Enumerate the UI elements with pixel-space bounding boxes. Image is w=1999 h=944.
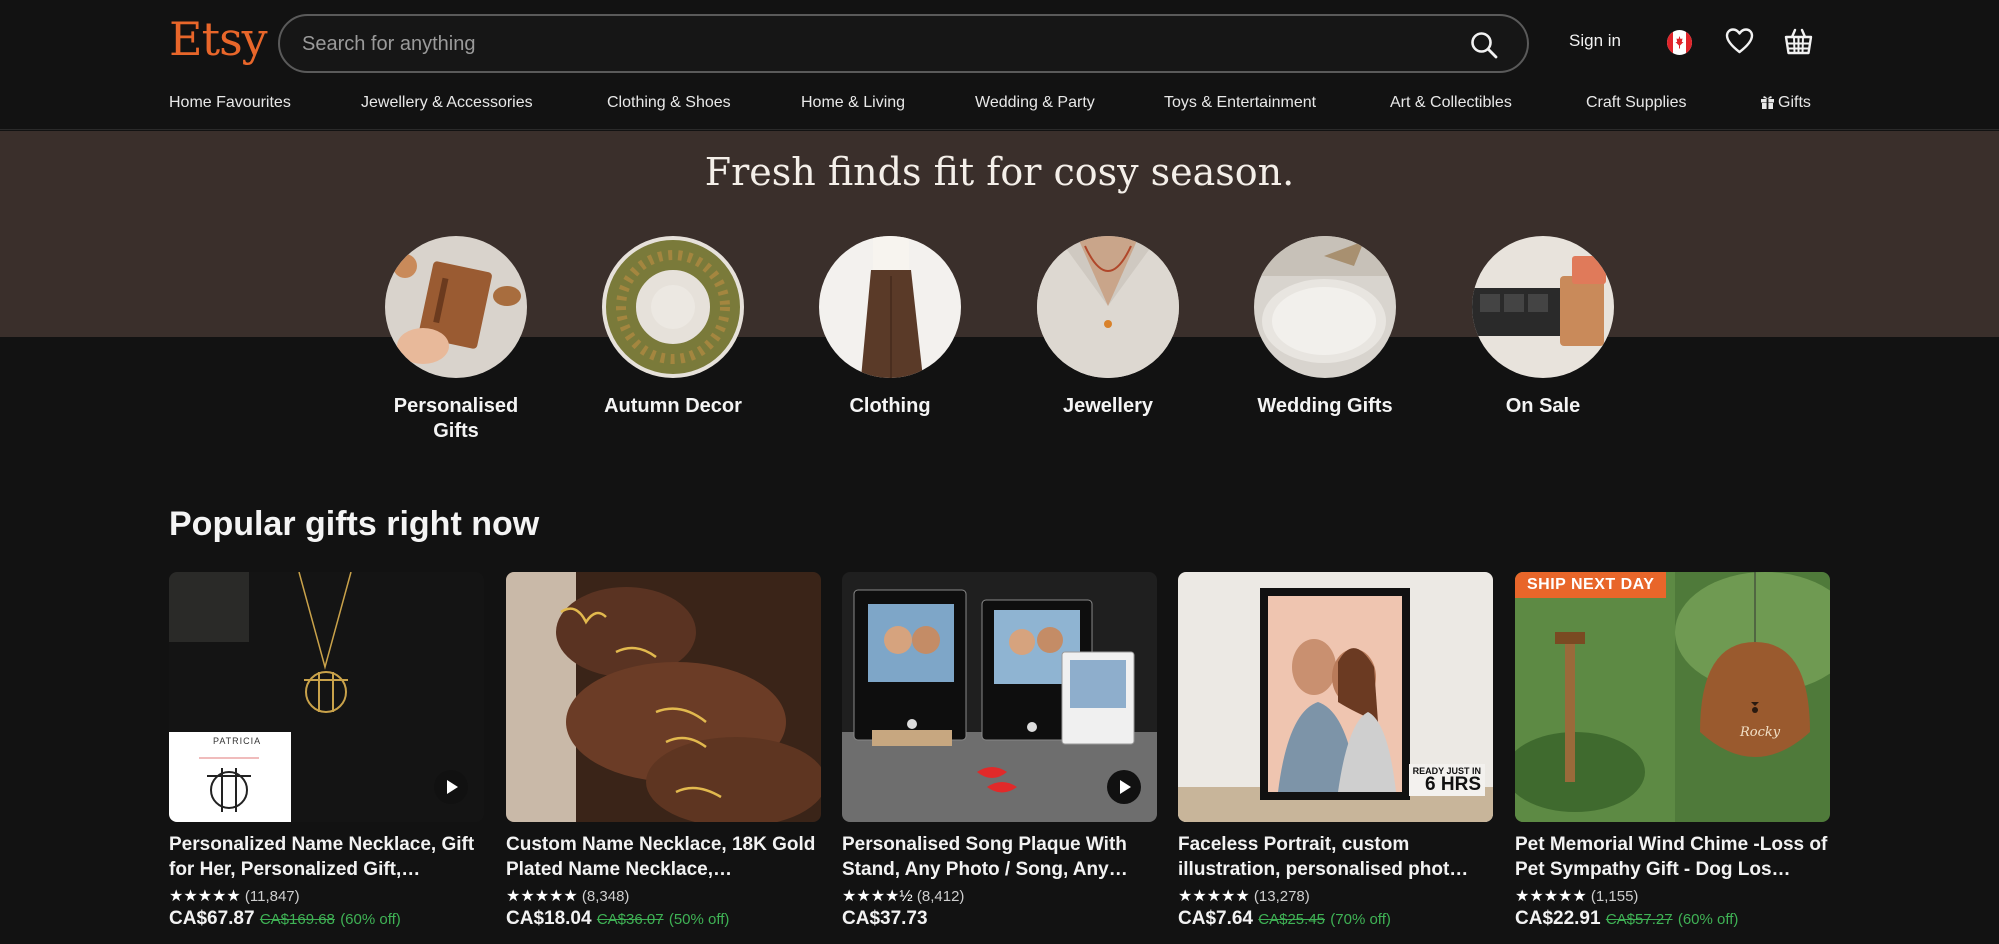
nav-toys-entertainment[interactable]: Toys & Entertainment bbox=[1164, 94, 1316, 112]
category-image bbox=[1472, 236, 1614, 378]
category-label: Personalised Gifts bbox=[393, 395, 519, 442]
product-rating: ★★★★★ (8,348) bbox=[506, 886, 821, 908]
current-price: CA$7.64 bbox=[1178, 908, 1253, 929]
rating-stars-icon: ★★★★½ bbox=[842, 888, 913, 905]
nav-wedding-party[interactable]: Wedding & Party bbox=[975, 94, 1095, 112]
product-title[interactable]: Personalized Name Necklace, Gift for Her… bbox=[169, 832, 484, 882]
rating-stars-icon: ★★★★★ bbox=[506, 888, 578, 905]
category-image bbox=[1254, 236, 1396, 378]
product-card[interactable]: READY JUST IN 6 HRS Faceless Portrait, c… bbox=[1178, 572, 1493, 934]
review-count: (1,155) bbox=[1590, 888, 1639, 905]
category-clothing[interactable]: Clothing bbox=[815, 236, 965, 419]
product-rating: ★★★★½ (8,412) bbox=[842, 886, 1157, 908]
nav-gifts-label: Gifts bbox=[1778, 94, 1811, 111]
product-price: CA$22.91 CA$57.27 (60% off) bbox=[1515, 908, 1830, 934]
product-image[interactable]: READY JUST IN 6 HRS bbox=[1178, 572, 1493, 822]
current-price: CA$37.73 bbox=[842, 908, 928, 929]
category-image bbox=[602, 236, 744, 378]
discount-label: (60% off) bbox=[340, 911, 401, 928]
product-image[interactable]: SHIP NEXT DAY Rocky bbox=[1515, 572, 1830, 822]
product-image[interactable]: PATRICIA bbox=[169, 572, 484, 822]
product-rating: ★★★★★ (1,155) bbox=[1515, 886, 1830, 908]
category-nav: Home Favourites Jewellery & Accessories … bbox=[0, 90, 1999, 120]
search-input[interactable] bbox=[302, 28, 1422, 60]
rating-stars-icon: ★★★★★ bbox=[1178, 888, 1250, 905]
product-rating: ★★★★★ (11,847) bbox=[169, 886, 484, 908]
review-count: (13,278) bbox=[1253, 888, 1310, 905]
product-title[interactable]: Personalised Song Plaque With Stand, Any… bbox=[842, 832, 1157, 882]
product-image[interactable] bbox=[842, 572, 1157, 822]
review-count: (11,847) bbox=[244, 888, 300, 905]
nav-gifts[interactable]: Gifts bbox=[1760, 94, 1811, 112]
discount-label: (50% off) bbox=[668, 911, 730, 928]
category-label: Clothing bbox=[849, 395, 931, 417]
personalisation-preview-name: PATRICIA bbox=[213, 736, 262, 746]
category-on-sale[interactable]: On Sale bbox=[1468, 236, 1618, 419]
current-price: CA$22.91 bbox=[1515, 908, 1601, 929]
play-video-icon[interactable] bbox=[434, 770, 468, 804]
category-image bbox=[819, 236, 961, 378]
play-video-icon[interactable] bbox=[1107, 770, 1141, 804]
nav-art-collectibles[interactable]: Art & Collectibles bbox=[1390, 94, 1512, 112]
category-personalised-gifts[interactable]: Personalised Gifts bbox=[381, 236, 531, 444]
engraved-pet-name: Rocky bbox=[1740, 725, 1781, 740]
product-image[interactable] bbox=[506, 572, 821, 822]
rating-stars-icon: ★★★★★ bbox=[1515, 888, 1587, 905]
product-price: CA$7.64 CA$25.45 (70% off) bbox=[1178, 908, 1493, 934]
section-title-popular-gifts: Popular gifts right now bbox=[169, 505, 540, 543]
product-price: CA$67.87 CA$169.68 (60% off) bbox=[169, 908, 484, 934]
canada-flag-icon[interactable] bbox=[1667, 30, 1692, 55]
original-price: CA$36.07 bbox=[596, 911, 664, 928]
nav-jewellery-accessories[interactable]: Jewellery & Accessories bbox=[361, 94, 533, 112]
rating-stars-icon: ★★★★★ bbox=[169, 888, 241, 905]
category-wedding-gifts[interactable]: Wedding Gifts bbox=[1250, 236, 1400, 419]
product-title[interactable]: Pet Memorial Wind Chime -Loss of Pet Sym… bbox=[1515, 832, 1830, 882]
favourites-heart-icon[interactable] bbox=[1725, 27, 1754, 55]
nav-craft-supplies[interactable]: Craft Supplies bbox=[1586, 94, 1687, 112]
category-label: Autumn Decor bbox=[604, 395, 742, 417]
category-label: Jewellery bbox=[1062, 395, 1154, 417]
category-label: Wedding Gifts bbox=[1257, 395, 1393, 417]
nav-home-favourites[interactable]: Home Favourites bbox=[169, 94, 291, 112]
original-price: CA$169.68 bbox=[259, 911, 335, 928]
product-card[interactable]: PATRICIA Personalized Name Necklace, Gif… bbox=[169, 572, 484, 934]
sign-in-link[interactable]: Sign in bbox=[1569, 31, 1621, 51]
ready-in-hours-tag: READY JUST IN 6 HRS bbox=[1408, 764, 1485, 796]
product-card[interactable]: Custom Name Necklace, 18K Gold Plated Na… bbox=[506, 572, 821, 934]
product-price: CA$18.04 CA$36.07 (50% off) bbox=[506, 908, 821, 934]
review-count: (8,348) bbox=[581, 888, 630, 905]
category-label: On Sale bbox=[1505, 395, 1581, 417]
search-bar[interactable] bbox=[278, 14, 1529, 73]
cart-basket-icon[interactable] bbox=[1783, 26, 1814, 56]
gift-icon bbox=[1761, 96, 1774, 109]
current-price: CA$67.87 bbox=[169, 908, 255, 929]
review-count: (8,412) bbox=[916, 888, 965, 905]
category-autumn-decor[interactable]: Autumn Decor bbox=[598, 236, 748, 419]
category-image bbox=[385, 236, 527, 378]
product-price: CA$37.73 bbox=[842, 908, 1157, 934]
nav-home-living[interactable]: Home & Living bbox=[801, 94, 905, 112]
product-title[interactable]: Custom Name Necklace, 18K Gold Plated Na… bbox=[506, 832, 821, 882]
discount-label: (60% off) bbox=[1677, 911, 1739, 928]
original-price: CA$25.45 bbox=[1258, 911, 1325, 928]
etsy-logo[interactable]: Etsy bbox=[169, 12, 268, 66]
site-header: Etsy Sign in Home Favourites Jewellery bbox=[0, 0, 1999, 130]
hero-title: Fresh finds fit for cosy season. bbox=[704, 150, 1295, 194]
ship-next-day-badge: SHIP NEXT DAY bbox=[1515, 572, 1667, 598]
search-icon[interactable] bbox=[1469, 30, 1499, 60]
product-card[interactable]: SHIP NEXT DAY Rocky Pet Memorial Wind Ch… bbox=[1515, 572, 1830, 934]
category-image bbox=[1037, 236, 1179, 378]
ready-hours-text: 6 HRS bbox=[1425, 774, 1481, 795]
nav-clothing-shoes[interactable]: Clothing & Shoes bbox=[607, 94, 731, 112]
product-title[interactable]: Faceless Portrait, custom illustration, … bbox=[1178, 832, 1493, 882]
category-jewellery[interactable]: Jewellery bbox=[1033, 236, 1183, 419]
original-price: CA$57.27 bbox=[1605, 911, 1673, 928]
product-card[interactable]: Personalised Song Plaque With Stand, Any… bbox=[842, 572, 1157, 934]
product-rating: ★★★★★ (13,278) bbox=[1178, 886, 1493, 908]
discount-label: (70% off) bbox=[1330, 911, 1391, 928]
current-price: CA$18.04 bbox=[506, 908, 592, 929]
